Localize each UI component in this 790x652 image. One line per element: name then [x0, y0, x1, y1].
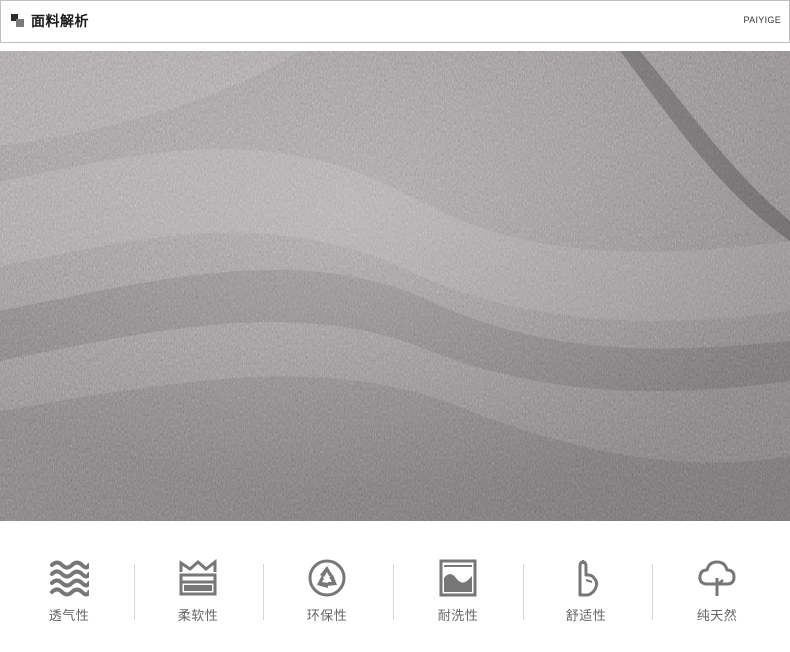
recycle-icon — [308, 559, 346, 597]
feature-label: 舒适性 — [565, 609, 607, 624]
feature-eco: 环保性 — [262, 548, 392, 628]
brand-label: PAIYIGE — [743, 15, 781, 25]
feature-label: 柔软性 — [177, 609, 219, 624]
feature-label: 环保性 — [306, 609, 348, 624]
washable-icon — [439, 559, 477, 597]
feature-comfort: 舒适性 — [521, 548, 651, 628]
feature-washable: 耐洗性 — [393, 548, 523, 628]
section-bullet-icon — [11, 14, 24, 27]
waves-icon — [50, 560, 89, 597]
feature-natural: 纯天然 — [652, 548, 782, 628]
softness-icon — [179, 558, 217, 596]
feature-strip: 透气性 柔软性 环保性 耐洗性 舒适性 纯天然 — [0, 548, 790, 628]
fabric-photo — [0, 51, 790, 521]
hand-icon — [578, 560, 599, 597]
section-title: 面料解析 — [31, 14, 89, 30]
feature-breathability: 透气性 — [4, 548, 134, 628]
feature-softness: 柔软性 — [133, 548, 263, 628]
feature-label: 纯天然 — [696, 609, 738, 624]
feature-label: 耐洗性 — [437, 609, 479, 624]
feature-label: 透气性 — [48, 609, 90, 624]
section-header: 面料解析 PAIYIGE — [0, 0, 790, 43]
tree-icon — [698, 560, 736, 596]
